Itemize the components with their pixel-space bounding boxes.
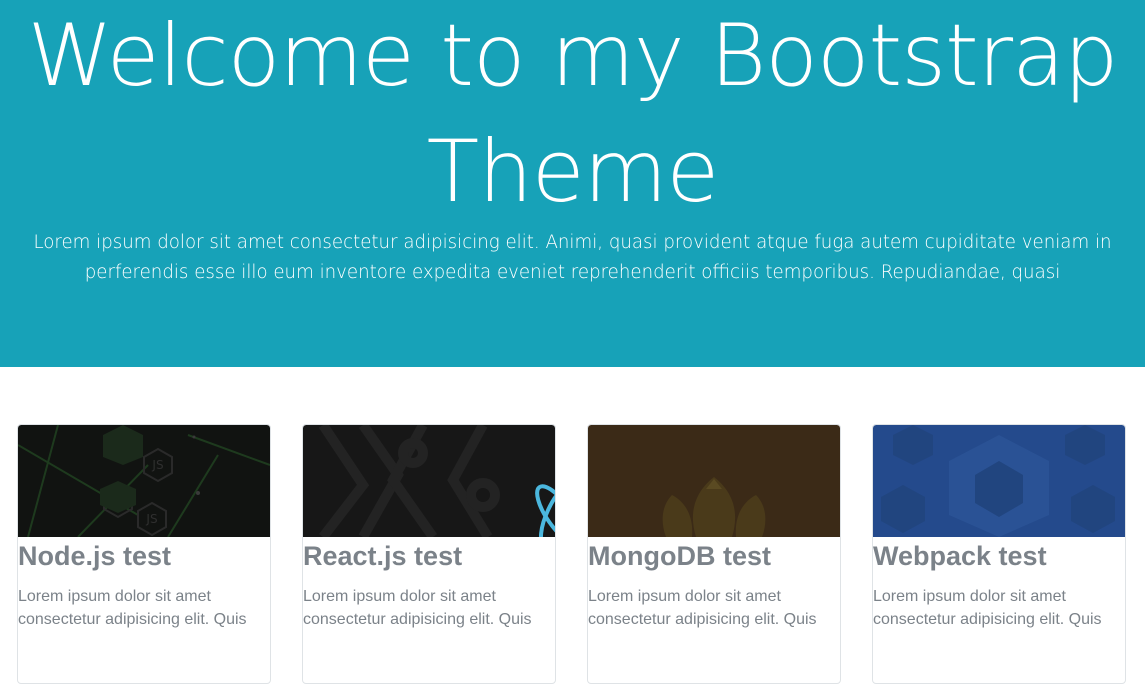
react-logo-icon [303, 425, 555, 537]
card-mongodb[interactable]: MongoDB test Lorem ipsum dolor sit amet … [587, 424, 841, 684]
hero-title: Welcome to my Bootstrap Theme [27, 6, 1119, 222]
card-reactjs[interactable]: React.js test Lorem ipsum dolor sit amet… [302, 424, 556, 684]
card-title: Node.js test [18, 541, 172, 571]
card-image-mongodb [588, 425, 840, 537]
hero-lead-text: Lorem ipsum dolor sit amet consectetur a… [33, 232, 1112, 283]
svg-text:JS: JS [145, 512, 157, 526]
card-title: React.js test [303, 541, 463, 571]
mongodb-leaf-icon [588, 425, 840, 537]
card-title: Webpack test [873, 541, 1047, 571]
card-nodejs[interactable]: JS JS Node.js test Lorem ipsum dolor sit… [17, 424, 271, 684]
hero-jumbotron: Welcome to my Bootstrap Theme Lorem ipsu… [0, 0, 1145, 367]
nodejs-logo-icon: JS JS [18, 425, 270, 537]
card-text: Lorem ipsum dolor sit amet consectetur a… [873, 588, 1102, 628]
card-text: Lorem ipsum dolor sit amet consectetur a… [588, 588, 817, 628]
card-image-reactjs [303, 425, 555, 537]
card-image-nodejs: JS JS [18, 425, 270, 537]
card-image-webpack [873, 425, 1125, 537]
card-title: MongoDB test [588, 541, 771, 571]
webpack-cube-icon [873, 425, 1125, 537]
card-text: Lorem ipsum dolor sit amet consectetur a… [18, 588, 247, 628]
card-webpack[interactable]: Webpack test Lorem ipsum dolor sit amet … [872, 424, 1126, 684]
card-text: Lorem ipsum dolor sit amet consectetur a… [303, 588, 532, 628]
card-grid: JS JS Node.js test Lorem ipsum dolor sit… [0, 424, 1145, 684]
svg-text:JS: JS [151, 458, 163, 472]
